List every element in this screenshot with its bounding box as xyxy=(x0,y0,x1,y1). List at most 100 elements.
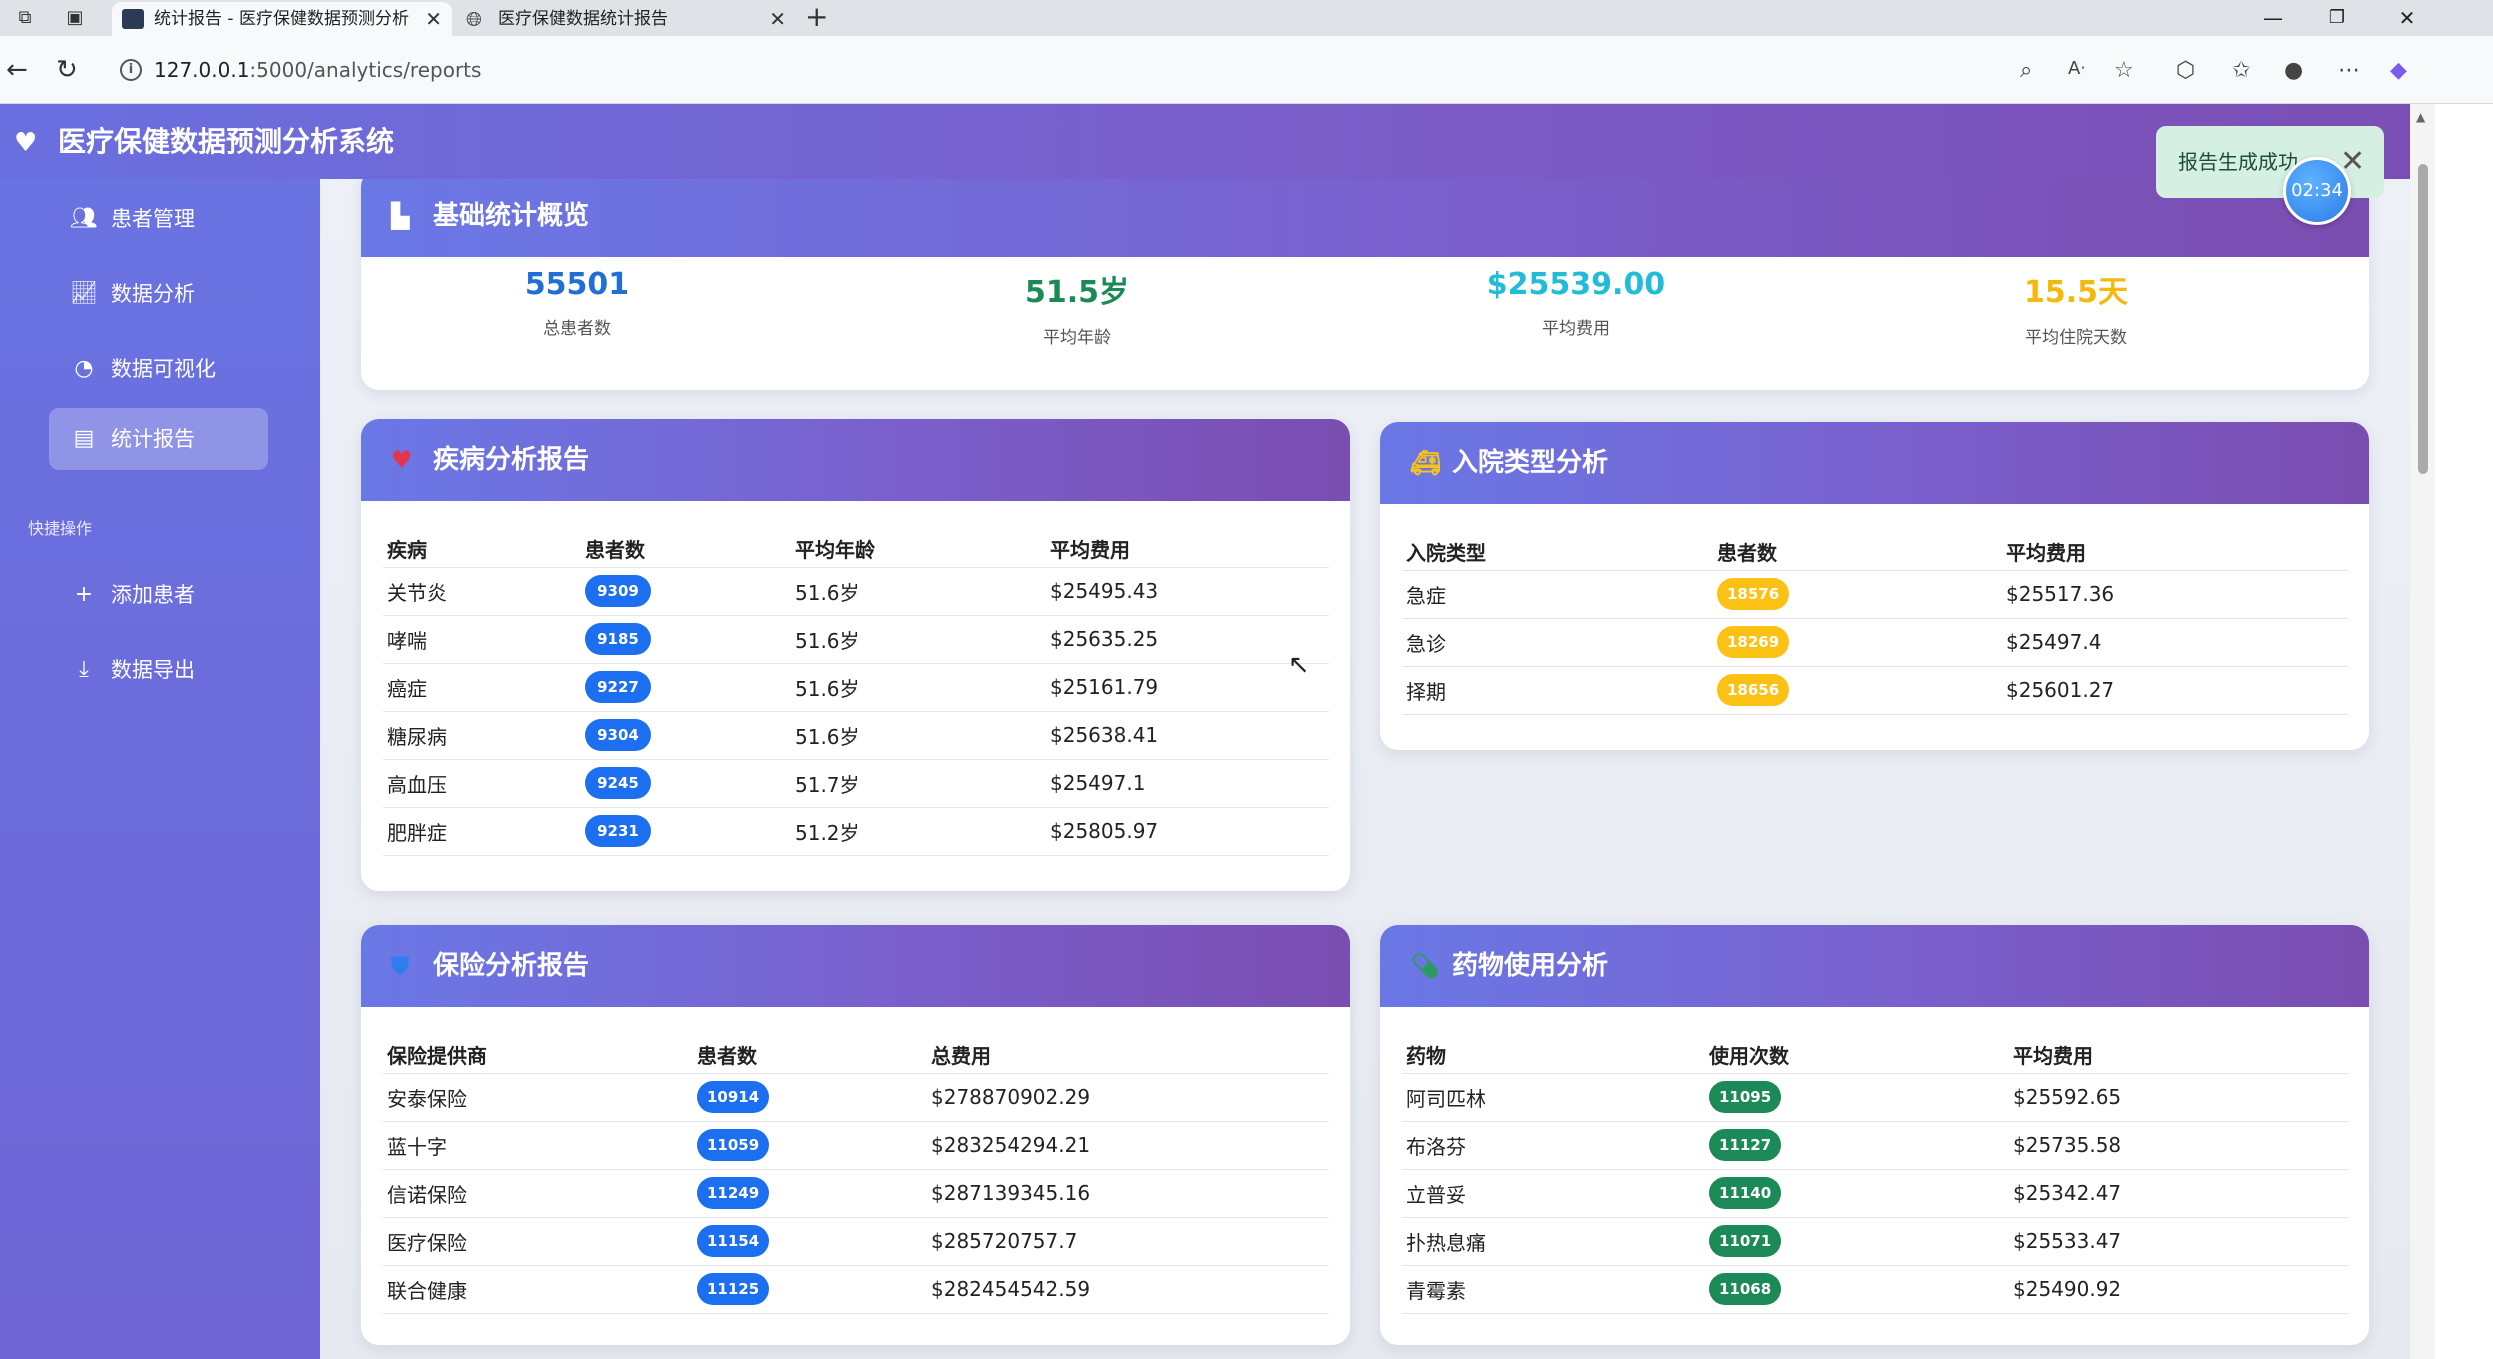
url-field[interactable]: i 127.0.0.1:5000/analytics/reports xyxy=(106,48,2126,92)
restore-icon[interactable]: ❐ xyxy=(2312,0,2362,36)
table-row: 高血压 9245 51.7岁 $25497.1 xyxy=(383,759,1329,808)
card-title: 药物使用分析 xyxy=(1452,951,1609,981)
average-cost: $25495.43 xyxy=(1046,567,1329,616)
workspaces-icon[interactable]: ⧉ xyxy=(10,4,40,32)
table-row: 糖尿病 9304 51.6岁 $25638.41 xyxy=(383,711,1329,760)
window-close-icon[interactable]: ✕ xyxy=(2382,0,2432,36)
app-brand[interactable]: ♥ 医疗保健数据预测分析系统 xyxy=(14,104,394,179)
close-tab-icon[interactable]: ✕ xyxy=(769,2,786,36)
average-cost: $25735.58 xyxy=(2009,1121,2348,1170)
usage-count-badge: 11095 xyxy=(1709,1081,1782,1113)
back-icon[interactable]: ← xyxy=(6,52,28,88)
total-cost: $283254294.21 xyxy=(927,1121,1329,1170)
browser-tab[interactable]: 🌐︎ 医疗保健数据统计报告 ✕ xyxy=(456,2,796,36)
table-row: 扑热息痛 11071 $25533.47 xyxy=(1402,1217,2348,1266)
admission-table: 入院类型 患者数 平均费用 急症 18576 $25517.36 急诊 18269 $2… xyxy=(1402,532,2348,715)
insurance-provider: 安泰保险 xyxy=(383,1073,693,1122)
browser-tab-bar: ⧉ ▣ 统计报告 - 医疗保健数据预测分析 ✕ 🌐︎ 医疗保健数据统计报告 ✕ … xyxy=(0,0,2493,36)
zoom-icon[interactable]: ⌕ xyxy=(2020,58,2032,83)
average-cost: $25533.47 xyxy=(2009,1217,2348,1266)
stat-value: 55501 xyxy=(524,267,630,302)
stat-average-age: 51.5岁 平均年龄 xyxy=(927,267,1227,348)
admission-type: 择期 xyxy=(1402,666,1713,715)
scroll-up-icon[interactable]: ▲ xyxy=(2416,110,2425,124)
stat-label: 总患者数 xyxy=(543,319,611,339)
medication-name: 布洛芬 xyxy=(1402,1121,1705,1170)
average-cost: $25592.65 xyxy=(2009,1073,2348,1122)
extensions-icon[interactable]: ⬡ xyxy=(2176,58,2195,83)
pie-chart-icon: ◔ xyxy=(74,356,94,381)
disease-table: 疾病 患者数 平均年龄 平均费用 关节炎 9309 51.6岁 $25495.43 哮… xyxy=(383,529,1329,856)
admission-type-card: 🚑︎ 入院类型分析 入院类型 患者数 平均费用 急症 18576 $25517.36 … xyxy=(1380,422,2369,750)
average-age: 51.7岁 xyxy=(791,759,1046,808)
chart-line-icon: 📈︎ xyxy=(70,281,98,306)
url-host: 127.0.0.1 xyxy=(154,58,250,82)
usage-count-badge: 11140 xyxy=(1709,1177,1782,1209)
patient-count-badge: 18269 xyxy=(1717,626,1790,658)
table-row: 肥胖症 9231 51.2岁 $25805.97 xyxy=(383,807,1329,856)
minimize-icon[interactable]: — xyxy=(2248,0,2298,36)
card-title: 保险分析报告 xyxy=(433,951,590,981)
stat-value: 51.5岁 xyxy=(1024,275,1130,310)
table-row: 青霉素 11068 $25490.92 xyxy=(1402,1265,2348,1314)
timer-badge[interactable]: 02:34 xyxy=(2283,157,2351,225)
average-cost: $25638.41 xyxy=(1046,711,1329,760)
profile-avatar-icon[interactable]: ● xyxy=(2284,58,2303,83)
new-tab-icon[interactable]: + xyxy=(805,0,828,34)
medication-name: 阿司匹林 xyxy=(1402,1073,1705,1122)
patient-count-badge: 9231 xyxy=(585,815,651,847)
sidebar-item-label: 数据导出 xyxy=(111,658,195,682)
toast-message: 报告生成成功 xyxy=(2178,150,2298,174)
heart-pulse-icon: ♥ xyxy=(391,446,413,474)
sidebar-item-analysis[interactable]: 📈︎ 数据分析 xyxy=(49,263,268,325)
average-cost: $25517.36 xyxy=(2002,570,2348,619)
average-cost: $25161.79 xyxy=(1046,663,1329,712)
vertical-scrollbar[interactable]: ▲ xyxy=(2410,104,2435,1359)
disease-name: 高血压 xyxy=(383,759,581,808)
sidebar-item-label: 数据分析 xyxy=(111,282,195,306)
patient-count-badge: 11154 xyxy=(697,1225,770,1257)
insurance-provider: 医疗保险 xyxy=(383,1217,693,1266)
favorite-star-icon[interactable]: ☆ xyxy=(2114,58,2134,83)
shield-icon: ⛊ xyxy=(391,952,409,980)
refresh-icon[interactable]: ↻ xyxy=(56,52,78,88)
more-menu-icon[interactable]: ⋯ xyxy=(2338,58,2360,83)
table-row: 急症 18576 $25517.36 xyxy=(1402,570,2348,619)
table-row: 安泰保险 10914 $278870902.29 xyxy=(383,1073,1329,1122)
tab-title: 医疗保健数据统计报告 xyxy=(498,9,668,29)
table-row: 蓝十字 11059 $283254294.21 xyxy=(383,1121,1329,1170)
card-title: 疾病分析报告 xyxy=(433,445,590,475)
chart-bar-icon: ▙ xyxy=(391,202,410,230)
users-icon: 👥︎ xyxy=(70,206,98,231)
table-row: 哮喘 9185 51.6岁 $25635.25 xyxy=(383,615,1329,664)
column-header: 患者数 xyxy=(1713,532,2002,571)
sidebar-item-patients[interactable]: 👥︎ 患者管理 xyxy=(49,188,268,250)
scrollbar-thumb[interactable] xyxy=(2418,164,2428,474)
column-header: 入院类型 xyxy=(1402,532,1713,571)
browser-tab-active[interactable]: 统计报告 - 医疗保健数据预测分析 ✕ xyxy=(112,2,452,36)
copilot-icon[interactable]: ◆ xyxy=(2390,58,2407,83)
disease-card-header: ♥ 疾病分析报告 xyxy=(361,419,1350,501)
card-title: 入院类型分析 xyxy=(1452,448,1609,478)
close-tab-icon[interactable]: ✕ xyxy=(425,2,442,36)
tab-actions-icon[interactable]: ▣ xyxy=(60,4,90,32)
sidebar-item-add-patient[interactable]: + 添加患者 xyxy=(49,564,268,626)
main-content: ▙ 基础统计概览 55501 总患者数 51.5岁 平均年龄 $25539.00 … xyxy=(320,179,2410,1359)
read-aloud-icon[interactable]: Aᐧ xyxy=(2068,58,2085,79)
stat-average-cost: $25539.00 平均费用 xyxy=(1426,267,1726,339)
sidebar-item-reports[interactable]: ▤ 统计报告 xyxy=(49,408,268,470)
average-cost: $25601.27 xyxy=(2002,666,2348,715)
right-gutter xyxy=(2435,104,2493,1359)
patient-count-badge: 9309 xyxy=(585,575,651,607)
sidebar-item-export[interactable]: ⤓ 数据导出 xyxy=(49,639,268,701)
total-cost: $287139345.16 xyxy=(927,1169,1329,1218)
table-row: 关节炎 9309 51.6岁 $25495.43 xyxy=(383,567,1329,616)
patient-count-badge: 10914 xyxy=(697,1081,770,1113)
pills-icon: 💊︎ xyxy=(1410,952,1441,980)
site-info-icon[interactable]: i xyxy=(120,59,142,81)
sidebar-item-visualization[interactable]: ◔ 数据可视化 xyxy=(49,338,268,400)
favorites-icon[interactable]: ✩ xyxy=(2232,58,2250,83)
patient-count-badge: 9245 xyxy=(585,767,651,799)
usage-count-badge: 11071 xyxy=(1709,1225,1782,1257)
column-header: 患者数 xyxy=(581,529,791,568)
